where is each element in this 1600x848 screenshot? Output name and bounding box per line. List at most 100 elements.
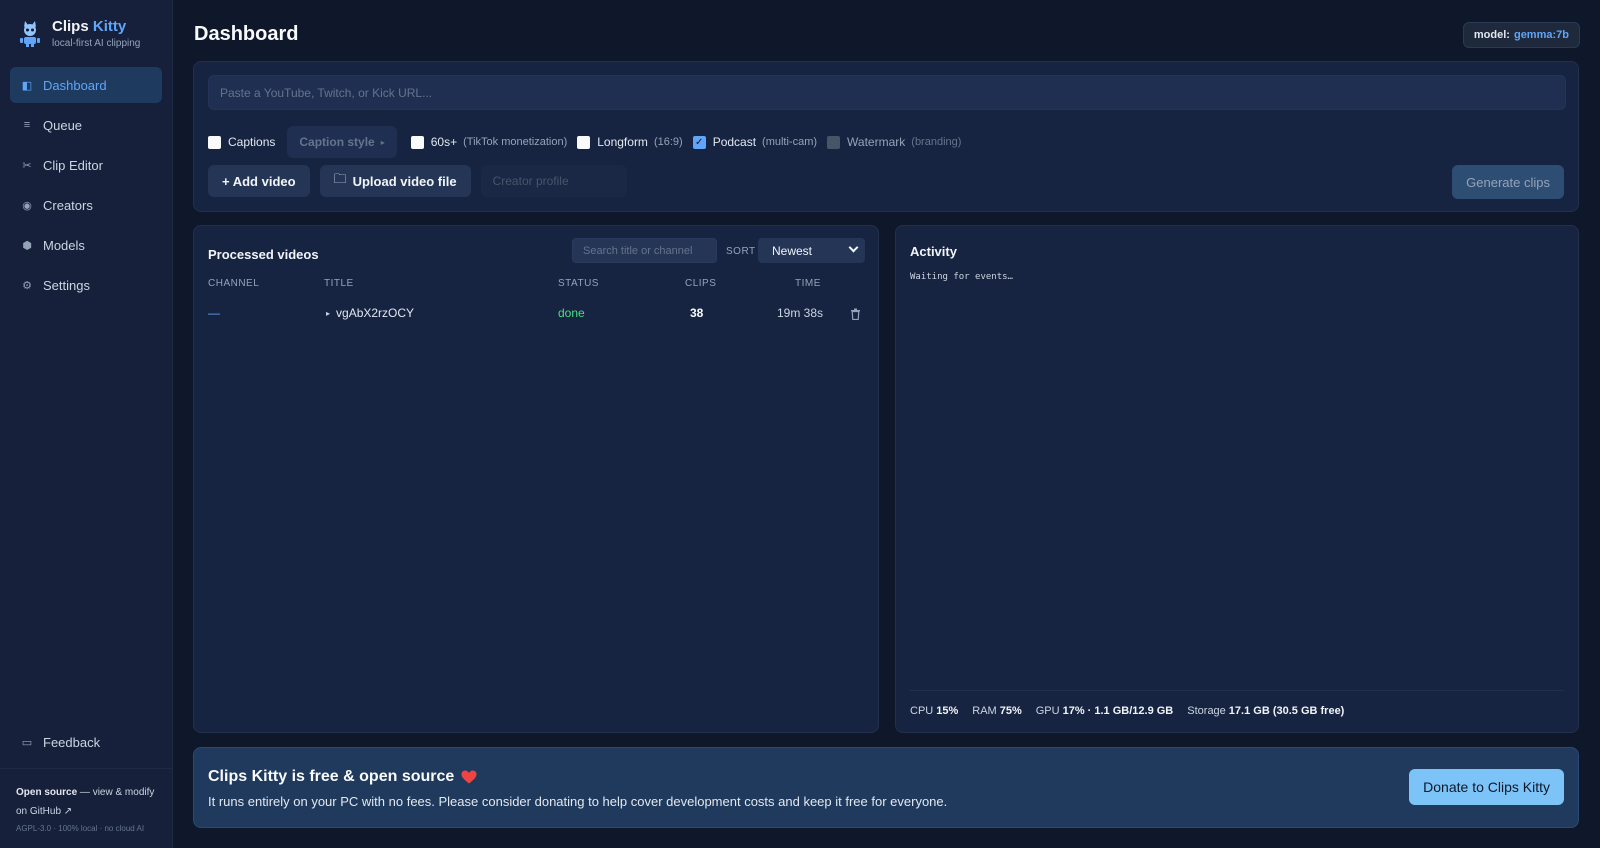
feedback-section: ▭ Feedback	[10, 724, 162, 764]
brand[interactable]: Clips Kitty local-first AI clipping	[18, 18, 140, 49]
system-stats: CPU 15% RAM 75% GPU 17% · 1.1 GB/12.9 GB St…	[910, 705, 1358, 717]
sixty-plus-checkbox[interactable]	[410, 135, 424, 149]
processed-videos-panel: Processed videos SORT Newest CHANNEL TIT…	[193, 225, 879, 733]
watermark-option[interactable]: Watermark (branding)	[827, 135, 961, 149]
sidebar-item-label: Models	[43, 237, 85, 253]
option-label: Captions	[228, 135, 276, 149]
license-note: AGPL-3.0 · 100% local · no cloud AI	[16, 824, 145, 833]
sidebar-panel-icon: ◧	[21, 79, 33, 92]
option-label: Podcast	[712, 135, 757, 149]
longform-checkbox[interactable]	[577, 135, 591, 149]
stat-label: RAM	[972, 705, 997, 717]
sort-value: Newest	[772, 243, 813, 258]
options-row: Captions Caption style ▸ 60s+ (TikTok mo…	[208, 126, 971, 158]
option-label: Watermark	[847, 135, 906, 149]
stat-value: 15%	[936, 705, 959, 717]
sidebar-footer: Open source — view & modify on GitHub ↗ …	[0, 768, 172, 847]
open-source-label: Open source	[16, 787, 78, 798]
column-header-title[interactable]: TITLE	[324, 278, 354, 289]
url-input[interactable]	[208, 75, 1566, 110]
open-source-rest: — view & modify	[77, 787, 155, 798]
sidebar-item-label: Creators	[43, 197, 93, 213]
stat-label: GPU	[1035, 705, 1060, 717]
model-badge[interactable]: model: gemma:7b	[1462, 22, 1580, 48]
row-status: done	[558, 306, 585, 320]
sidebar-nav: ◧ Dashboard ≡ Queue ✂ Clip Editor ◉ Crea…	[10, 67, 162, 307]
model-label: model:	[1473, 29, 1510, 41]
donate-button[interactable]: Donate to Clips Kitty	[1409, 769, 1564, 805]
sidebar-item-dashboard[interactable]: ◧ Dashboard	[10, 67, 162, 103]
add-video-button[interactable]: + Add video	[208, 165, 310, 197]
video-search-input[interactable]	[572, 238, 717, 263]
captions-checkbox[interactable]	[208, 135, 221, 149]
sidebar-item-creators[interactable]: ◉ Creators	[10, 187, 162, 223]
page-title: Dashboard	[194, 23, 299, 45]
option-hint: (multi-cam)	[762, 136, 818, 148]
watermark-checkbox[interactable]	[827, 135, 841, 149]
stat-storage: Storage 17.1 GB (30.5 GB free)	[1187, 705, 1344, 717]
add-video-panel: Captions Caption style ▸ 60s+ (TikTok mo…	[193, 61, 1579, 212]
row-clips: 38	[690, 306, 704, 320]
podcast-checkbox[interactable]	[692, 135, 706, 149]
podcast-option[interactable]: Podcast (multi-cam)	[692, 135, 818, 149]
sidebar: Clips Kitty local-first AI clipping ◧ Da…	[0, 0, 173, 848]
stat-value: 17% · 1.1 GB/12.9 GB	[1062, 705, 1174, 717]
stat-gpu: GPU 17% · 1.1 GB/12.9 GB	[1036, 705, 1174, 717]
sidebar-item-settings[interactable]: ⚙ Settings	[10, 267, 162, 303]
sixty-plus-option[interactable]: 60s+ (TikTok monetization)	[410, 135, 568, 149]
caption-style-button[interactable]: Caption style ▸	[287, 126, 397, 158]
activity-panel: Activity Waiting for events… CPU 15% RAM 7…	[895, 225, 1579, 733]
stat-cpu: CPU 15%	[910, 705, 958, 717]
donate-title-text: Clips Kitty is free & open source	[208, 768, 455, 785]
donate-title: Clips Kitty is free & open source	[208, 768, 477, 786]
sidebar-item-queue[interactable]: ≡ Queue	[10, 107, 162, 143]
sidebar-item-clip-editor[interactable]: ✂ Clip Editor	[10, 147, 162, 183]
donate-text: It runs entirely on your PC with no fees…	[208, 794, 948, 809]
brand-title-accent: Kitty	[92, 18, 127, 35]
activity-log: Waiting for events…	[910, 272, 1013, 282]
column-header-clips[interactable]: CLIPS	[685, 278, 716, 289]
expand-caret-icon[interactable]: ▸	[326, 309, 330, 318]
donate-banner: Clips Kitty is free & open source It run…	[193, 747, 1579, 828]
row-channel[interactable]: —	[208, 306, 220, 320]
column-header-status[interactable]: STATUS	[558, 278, 599, 289]
creator-profile-select[interactable]: Creator profile	[480, 165, 627, 197]
sort-select[interactable]: Newest	[758, 238, 865, 263]
sidebar-item-feedback[interactable]: ▭ Feedback	[10, 724, 162, 760]
divider	[910, 690, 1564, 691]
trash-icon[interactable]	[850, 308, 861, 320]
sidebar-item-label: Feedback	[43, 734, 101, 750]
option-label: Longform	[597, 135, 648, 149]
option-hint: (branding)	[911, 136, 962, 148]
generate-clips-button[interactable]: Generate clips	[1452, 165, 1564, 199]
model-value: gemma:7b	[1513, 29, 1569, 41]
row-time: 19m 38s	[777, 306, 824, 320]
row-title-cell[interactable]: ▸ vgAbX2rzOCY	[326, 306, 414, 320]
upload-video-label: Upload video file	[352, 173, 457, 189]
sidebar-item-models[interactable]: ⬢ Models	[10, 227, 162, 263]
github-link[interactable]: on GitHub ↗	[16, 802, 156, 821]
stat-value: 75%	[999, 705, 1022, 717]
column-header-channel[interactable]: CHANNEL	[208, 278, 259, 289]
caption-style-label: Caption style	[299, 135, 375, 149]
option-hint: (TikTok monetization)	[463, 136, 568, 148]
activity-title: Activity	[910, 244, 957, 259]
stat-value: 17.1 GB (30.5 GB free)	[1228, 705, 1345, 717]
chat-icon: ▭	[21, 736, 33, 749]
action-row: + Add video 🗀 Upload video file Creator …	[208, 165, 627, 197]
longform-option[interactable]: Longform (16:9)	[577, 135, 683, 149]
list-icon: ≡	[23, 119, 31, 131]
robot-cat-logo-icon	[20, 20, 40, 47]
hexagon-icon: ⬢	[22, 239, 32, 252]
processed-videos-title: Processed videos	[208, 247, 319, 262]
sidebar-item-label: Dashboard	[43, 77, 107, 93]
sidebar-item-label: Clip Editor	[43, 157, 103, 173]
upload-video-button[interactable]: 🗀 Upload video file	[319, 165, 471, 197]
stat-label: CPU	[910, 705, 934, 717]
sidebar-item-label: Queue	[43, 117, 83, 133]
captions-option[interactable]: Captions	[208, 135, 275, 149]
chevron-down-icon	[848, 242, 859, 253]
heart-icon	[461, 770, 477, 784]
column-header-time[interactable]: TIME	[795, 278, 821, 289]
circle-icon: ◉	[22, 199, 32, 212]
